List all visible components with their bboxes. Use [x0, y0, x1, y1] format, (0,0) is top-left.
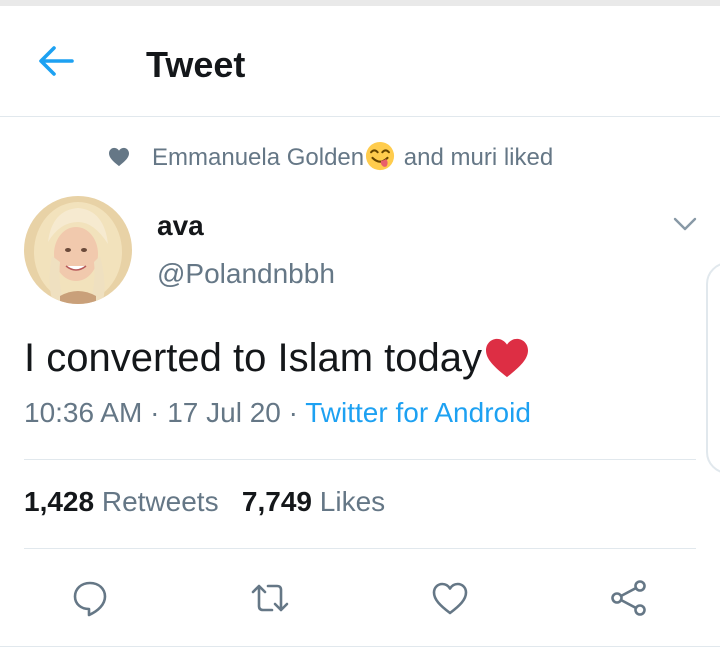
avatar[interactable] — [24, 196, 132, 304]
reply-button[interactable] — [70, 578, 110, 618]
reply-icon — [73, 581, 107, 617]
tweet-menu-button[interactable] — [672, 214, 698, 234]
retweets-label: Retweets — [101, 486, 219, 517]
yum-face-emoji — [366, 141, 395, 171]
tweet-text: I converted to Islam today — [24, 336, 530, 381]
app-header: Tweet — [0, 6, 720, 117]
retweet-icon — [251, 584, 289, 612]
liker-name: Emmanuela Golden — [152, 144, 365, 171]
author-name[interactable]: ava — [157, 210, 204, 242]
meta-separator: · — [288, 397, 298, 428]
divider — [24, 548, 696, 549]
tweet-stats: 1,428 Retweets 7,749 Likes — [24, 486, 385, 518]
retweets-count: 1,428 — [24, 486, 95, 517]
meta-separator: · — [150, 397, 160, 428]
chevron-down-icon — [673, 217, 697, 231]
divider — [24, 459, 696, 460]
likes-label: Likes — [319, 486, 386, 517]
share-button[interactable] — [609, 578, 649, 618]
like-button[interactable] — [430, 578, 470, 618]
social-context[interactable]: Emmanuela Golden and muri liked — [0, 138, 720, 174]
retweets-stat[interactable]: 1,428 Retweets — [24, 486, 219, 517]
back-arrow-icon — [39, 46, 74, 76]
likes-count: 7,749 — [241, 486, 312, 517]
tweet-source-link[interactable]: Twitter for Android — [305, 397, 531, 428]
tweet-time: 10:36 AM — [24, 397, 143, 428]
tweet-text-content: I converted to Islam today — [24, 336, 483, 380]
social-context-suffix: and muri liked — [403, 144, 554, 171]
share-icon — [611, 580, 646, 616]
divider — [0, 646, 720, 647]
back-button[interactable] — [36, 44, 76, 78]
avatar-photo — [24, 196, 132, 304]
tweet-meta: 10:36 AM · 17 Jul 20 · Twitter for Andro… — [24, 397, 531, 429]
like-icon — [432, 582, 468, 615]
likes-stat[interactable]: 7,749 Likes — [242, 486, 385, 517]
author-handle[interactable]: @Polandnbbh — [157, 258, 335, 290]
tweet-date: 17 Jul 20 — [167, 397, 281, 428]
liked-heart-icon — [109, 147, 129, 167]
edge-panel-handle[interactable] — [706, 262, 720, 474]
retweet-button[interactable] — [250, 578, 290, 618]
page-title: Tweet — [146, 44, 246, 85]
red-heart-emoji — [486, 338, 529, 378]
social-context-text: Emmanuela Golden and muri liked — [152, 141, 553, 172]
